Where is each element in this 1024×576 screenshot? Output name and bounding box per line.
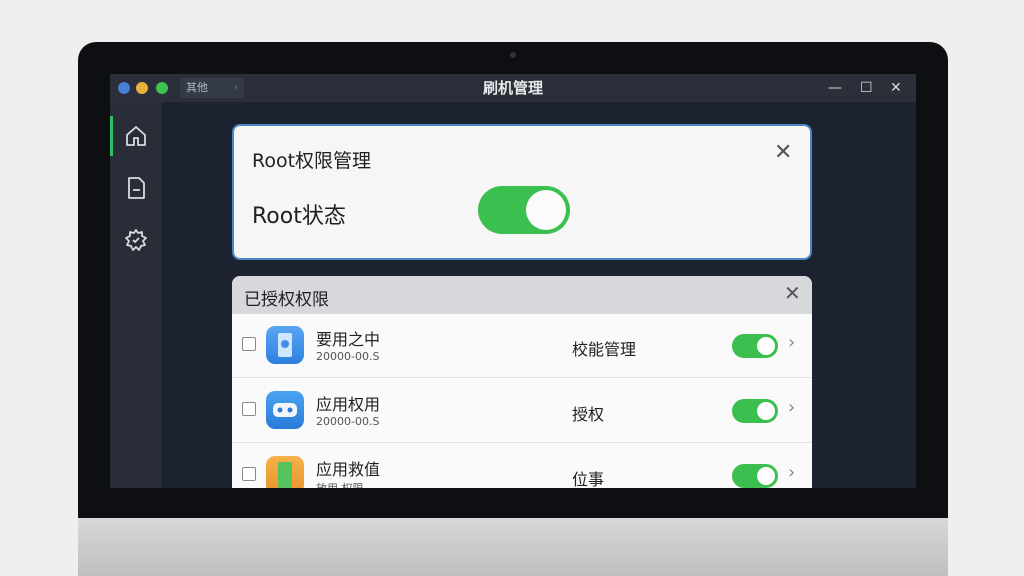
app-name: 应用救值 [316,460,381,479]
row-checkbox[interactable] [242,402,256,416]
title-bar: 其他 › 刷机管理 — ☐ ✕ [110,74,916,102]
chevron-right-icon[interactable]: › [788,462,795,483]
permission-label: 位事 [572,470,605,488]
permission-toggle[interactable] [732,399,778,423]
webcam [510,52,516,58]
close-icon[interactable]: ✕ [784,281,801,305]
sidebar [110,102,162,488]
row-checkbox[interactable] [242,337,256,351]
home-icon [126,126,146,146]
gear-icon [125,229,147,251]
permission-label: 授权 [572,405,605,424]
row-checkbox[interactable] [242,467,256,481]
sidebar-item-settings[interactable] [110,216,162,264]
app-name: 要用之中 [316,330,381,349]
battery-app-icon [266,456,304,488]
toggle-knob [757,337,775,355]
permission-toggle[interactable] [732,464,778,488]
minimize-button[interactable]: — [828,74,842,102]
window-title: 刷机管理 [482,79,543,97]
screen: 其他 › 刷机管理 — ☐ ✕ Root权限管理 ✕ Root状态 已授权权限 … [110,74,916,488]
chevron-right-icon[interactable]: › [788,397,795,418]
root-status-label: Root状态 [252,204,346,229]
close-icon[interactable]: ✕ [774,140,792,165]
maximize-button[interactable]: ☐ [860,74,873,102]
root-permission-card: Root权限管理 ✕ Root状态 [232,124,812,260]
permission-toggle[interactable] [732,334,778,358]
sidebar-item-document[interactable] [110,164,162,212]
sidebar-item-home[interactable] [110,112,162,160]
list-item[interactable]: 应用权用 20000-00.S 授权 › [232,379,812,443]
list-item[interactable]: 要用之中 20000-00.S 校能管理 › [232,314,812,378]
phone-app-icon [266,326,304,364]
authorized-permissions-card: 已授权权限 ✕ 要用之中 20000-00.S 校能管理 › 应用权用 2000… [232,276,812,488]
root-card-title: Root权限管理 [252,150,372,172]
toggle-knob [526,190,566,230]
permission-label: 校能管理 [572,340,637,359]
authorized-card-title: 已授权权限 [244,290,329,310]
list-item[interactable]: 应用救值 放用 权限 位事 › [232,444,812,488]
monitor-chin [78,518,948,576]
root-status-toggle[interactable] [478,186,570,234]
app-subtitle: 20000-00.S [316,350,380,363]
authorized-card-header: 已授权权限 ✕ [232,276,812,314]
toggle-knob [757,467,775,485]
chevron-right-icon[interactable]: › [788,332,795,353]
app-subtitle: 放用 权限 [316,480,364,488]
close-window-button[interactable]: ✕ [890,74,902,102]
app-name: 应用权用 [316,395,381,414]
toggle-knob [757,402,775,420]
robot-app-icon [266,391,304,429]
document-icon [128,177,145,199]
app-subtitle: 20000-00.S [316,415,380,428]
